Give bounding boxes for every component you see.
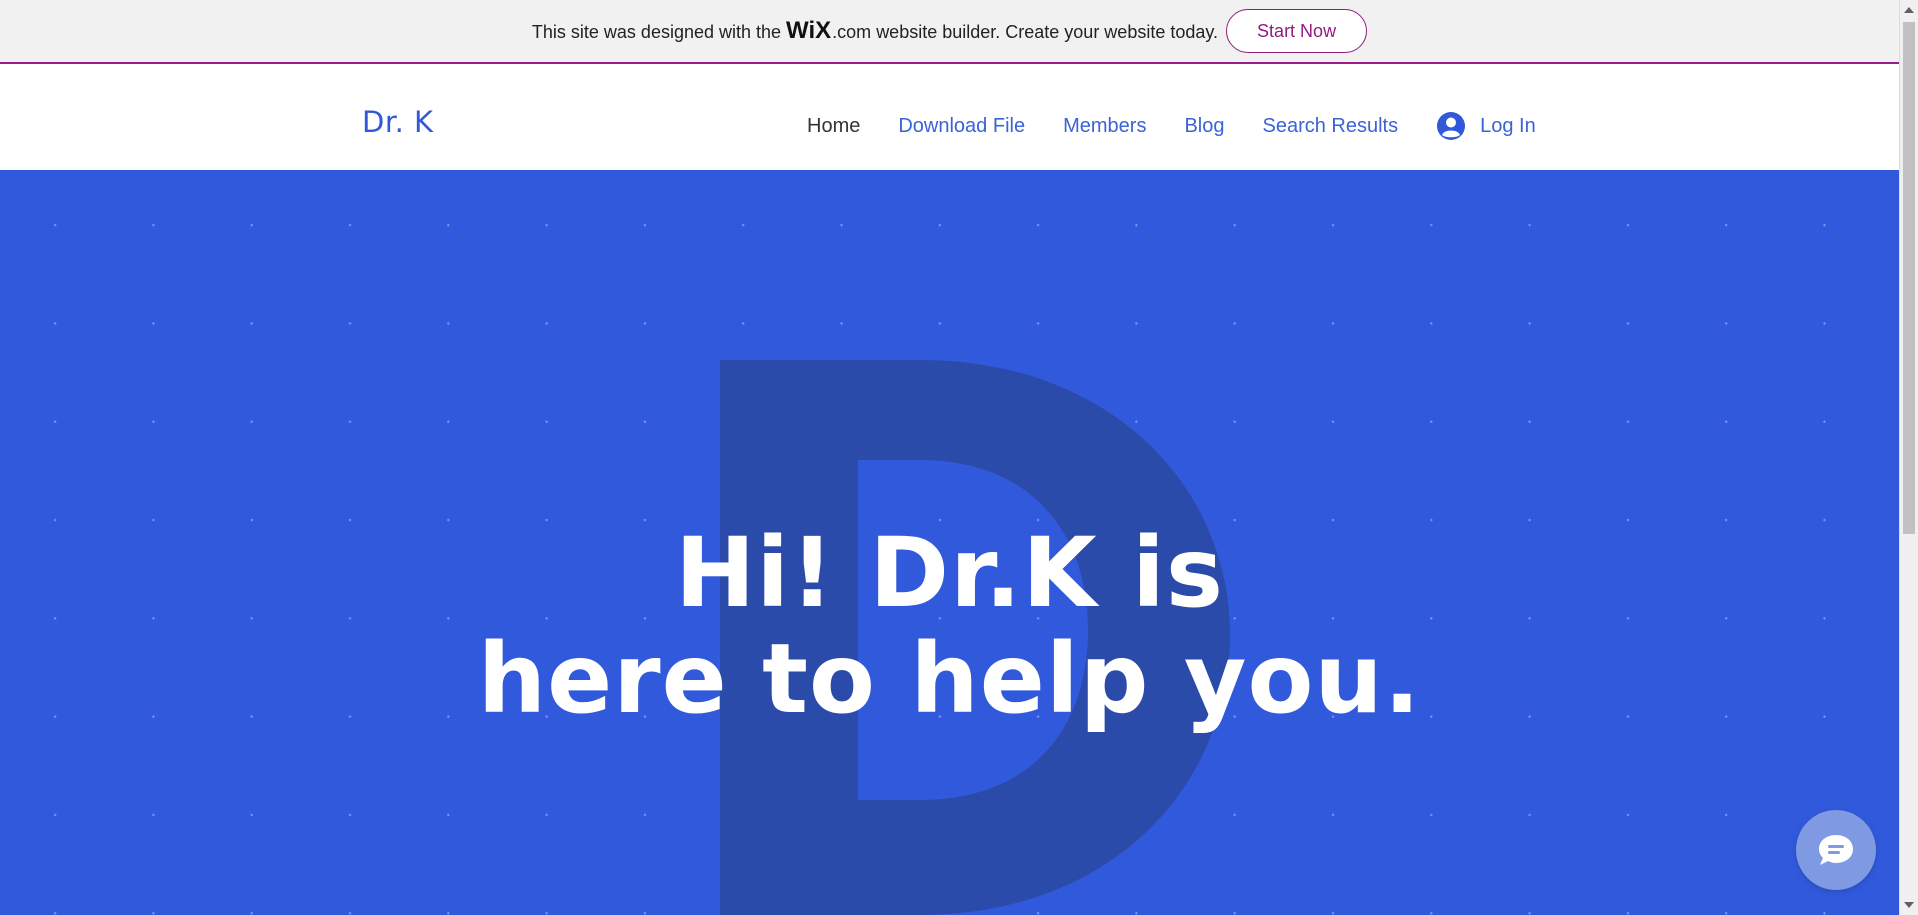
wix-dotcom: .com (832, 22, 872, 42)
scroll-thumb[interactable] (1903, 22, 1915, 534)
wix-logo: WiX (786, 17, 832, 44)
wix-promo-banner: This site was designed with the WiX .com… (0, 0, 1899, 64)
user-avatar-icon (1437, 112, 1466, 140)
nav-search-results[interactable]: Search Results (1262, 115, 1398, 138)
nav-home[interactable]: Home (807, 115, 860, 138)
login-button[interactable]: Log In (1436, 111, 1536, 141)
nav-members[interactable]: Members (1063, 115, 1146, 138)
banner-message: This site was designed with the WiX .com… (532, 17, 1218, 45)
nav-blog[interactable]: Blog (1184, 115, 1224, 138)
headline-line-1: Hi! Dr.K is (674, 517, 1225, 629)
headline-line-2: here to help you. (477, 623, 1422, 735)
site-header: Dr. K Home Download File Members Blog Se… (0, 64, 1899, 170)
login-label: Log In (1480, 114, 1536, 137)
site-logo[interactable]: Dr. K (362, 105, 434, 139)
page-scrollbar[interactable] (1899, 0, 1918, 915)
start-now-button[interactable]: Start Now (1226, 9, 1368, 53)
main-nav: Home Download File Members Blog Search R… (807, 111, 1536, 141)
scroll-up-arrow-icon[interactable] (1904, 7, 1914, 13)
hero-headline: Hi! Dr.K is here to help you. (0, 520, 1899, 732)
banner-text-after: website builder. Create your website tod… (876, 22, 1219, 42)
nav-download-file[interactable]: Download File (898, 115, 1025, 138)
chat-bubble-icon (1819, 835, 1853, 865)
chat-button[interactable] (1796, 810, 1876, 890)
hero-section: Hi! Dr.K is here to help you. (0, 170, 1899, 915)
scroll-down-arrow-icon[interactable] (1904, 902, 1914, 908)
banner-text-before: This site was designed with the (531, 22, 782, 42)
